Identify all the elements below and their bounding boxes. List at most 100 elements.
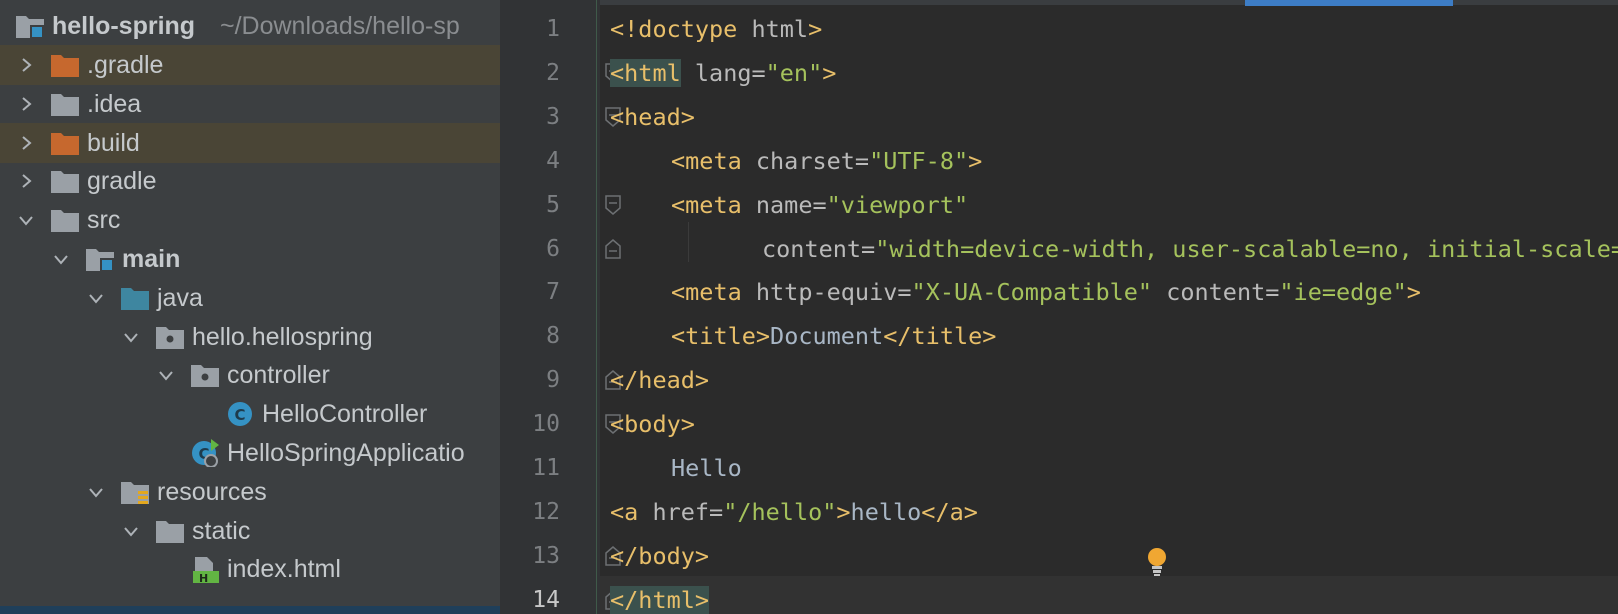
tree-item-index-html[interactable]: Hindex.html (0, 549, 500, 589)
chevron-right-icon[interactable] (12, 45, 40, 85)
tree-item-src[interactable]: src (0, 200, 500, 240)
code-token: <a (610, 497, 653, 526)
code-token: <body> (610, 410, 695, 439)
tree-item-label: resources (157, 477, 267, 506)
chevron-down-icon[interactable] (47, 239, 75, 279)
code-line[interactable]: <head> (610, 95, 695, 139)
code-token: "viewport" (826, 190, 969, 219)
code-line[interactable]: content="width=device-width, user-scalab… (762, 227, 1618, 271)
code-token: > (968, 146, 983, 175)
tree-item-label: src (87, 206, 121, 235)
tree-item-label: gradle (87, 167, 157, 196)
chevron-right-icon[interactable] (12, 161, 40, 201)
code-line[interactable]: <body> (610, 402, 695, 446)
code-token: <html (610, 58, 681, 87)
code-line[interactable]: </html> (610, 578, 710, 614)
code-token: "UTF-8" (869, 146, 969, 175)
code-line[interactable]: Hello (671, 446, 742, 490)
code-line[interactable]: </head> (610, 358, 709, 402)
indent-guide (688, 222, 689, 262)
code-token: > (1406, 278, 1421, 307)
tree-item-label: HelloController (262, 400, 428, 429)
chevron-right-icon[interactable] (12, 123, 40, 163)
chevron-down-icon[interactable] (117, 317, 145, 357)
code-token: Document (770, 322, 884, 351)
module-folder-icon (84, 245, 116, 273)
tree-item-label: hello.hellospring (192, 322, 373, 351)
line-number: 4 (546, 147, 560, 174)
resources-folder-icon (119, 478, 151, 506)
code-token: <title> (671, 322, 771, 351)
project-tree: hello-spring ~/Downloads/hello-sp .gradl… (0, 0, 500, 614)
fold-guide (596, 0, 597, 614)
tree-item-java[interactable]: java (0, 278, 500, 318)
module-folder-icon (14, 12, 46, 40)
code-token: http-equiv= (755, 278, 912, 307)
code-line[interactable]: <a href="/hello">hello</a> (610, 490, 978, 534)
tree-root-hello-spring[interactable]: hello-spring ~/Downloads/hello-sp (0, 6, 500, 46)
svg-text:C: C (234, 406, 245, 424)
source-folder-icon (119, 284, 151, 312)
tree-item-static[interactable]: static (0, 511, 500, 551)
tree-item-hellocontroller[interactable]: C HelloController (0, 394, 500, 434)
active-tab-indicator (1245, 0, 1453, 6)
code-token: </body> (610, 541, 710, 570)
code-token: Hello (671, 454, 742, 482)
tree-item-resources[interactable]: resources (0, 472, 500, 512)
tree-item-label: .gradle (87, 51, 164, 79)
tree-item-hellospringapplicatio[interactable]: C HelloSpringApplicatio (0, 433, 500, 473)
excluded-folder-icon (49, 129, 81, 157)
project-name: hello-spring (52, 12, 196, 40)
code-line[interactable]: <meta name="viewport" (671, 183, 968, 227)
chevron-down-icon[interactable] (12, 200, 40, 240)
code-token: html (751, 15, 809, 43)
chevron-down-icon[interactable] (152, 355, 180, 395)
chevron-down-icon[interactable] (82, 472, 110, 512)
code-line[interactable]: <html lang="en"> (610, 51, 836, 95)
tree-item-label: static (192, 516, 251, 545)
tree-item-idea[interactable]: .idea (0, 84, 500, 124)
code-line[interactable]: <meta http-equiv="X-UA-Compatible" conte… (671, 270, 1421, 314)
spring-class-icon: C (189, 439, 221, 468)
folder-icon (154, 517, 186, 545)
chevron-right-icon[interactable] (12, 84, 40, 124)
code-token: content= (1152, 278, 1280, 307)
code-line[interactable]: </body> (610, 534, 709, 578)
code-token: > (822, 58, 837, 87)
tree-item-gradle[interactable]: .gradle (0, 45, 500, 85)
tree-item-build[interactable]: build (0, 122, 500, 163)
tree-item-main[interactable]: main (0, 239, 500, 279)
line-number: 7 (546, 279, 560, 306)
line-number: 9 (546, 367, 560, 394)
lightbulb-icon[interactable] (1145, 546, 1169, 578)
code-token: "ie=edge" (1279, 278, 1407, 307)
project-path: ~/Downloads/hello-sp (220, 12, 460, 40)
code-editor[interactable]: 1 <!doctype html> 2 <html lang="en"> 3 <head>… (500, 0, 1618, 614)
html-file-icon: H (189, 555, 221, 585)
code-line[interactable]: <meta charset="UTF-8"> (671, 139, 982, 183)
code-line[interactable]: <!doctype html> (610, 7, 822, 51)
code-token: "width=device-width, user-scalable=no, i… (875, 234, 1618, 263)
tree-item-controller[interactable]: controller (0, 355, 500, 395)
tree-item-hello-hellospring[interactable]: hello.hellospring (0, 317, 500, 357)
chevron-down-icon[interactable] (117, 511, 145, 551)
tree-item-label: controller (227, 361, 330, 390)
code-token: "/hello" (723, 497, 837, 526)
code-token: <meta (671, 146, 756, 175)
fold-close-icon[interactable] (604, 238, 622, 260)
code-token: href= (652, 497, 724, 526)
tree-item-gradle[interactable]: gradle (0, 161, 500, 201)
folder-icon (49, 206, 81, 234)
tree-item-label: index.html (227, 555, 341, 584)
tree-selection-strip (0, 606, 500, 614)
line-number: 13 (532, 542, 560, 569)
tree-item-label: HelloSpringApplicatio (227, 439, 465, 467)
fold-open-icon[interactable] (604, 194, 622, 216)
chevron-down-icon[interactable] (82, 278, 110, 318)
code-line[interactable]: <title>Document</title> (671, 314, 996, 358)
tree-item-label: java (157, 283, 203, 312)
code-token: <head> (610, 102, 695, 131)
tree-item-label: build (87, 128, 140, 157)
current-line-highlight (600, 576, 1618, 614)
line-number: 6 (546, 235, 560, 262)
